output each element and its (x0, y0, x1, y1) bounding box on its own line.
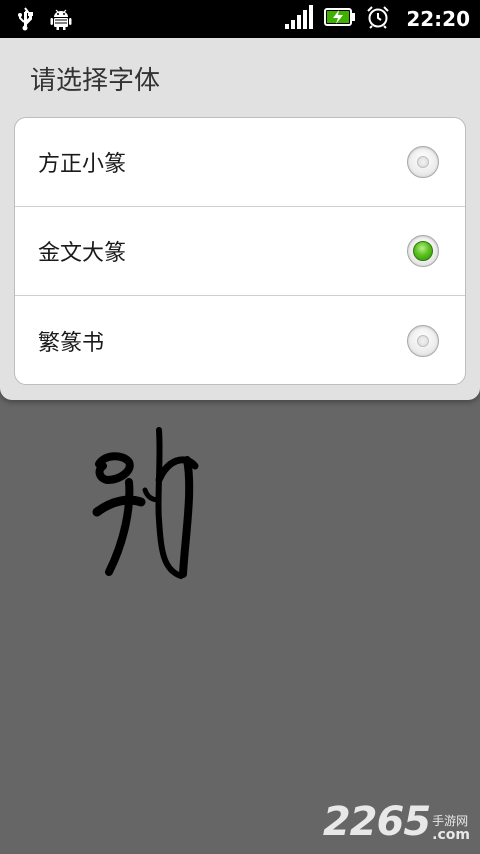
font-option-fangzheng-xiaozhuan[interactable]: 方正小篆 (15, 118, 465, 207)
site-watermark: 2265 手游网 .com (323, 802, 470, 842)
radio-unchecked-icon[interactable] (407, 146, 439, 178)
dialog-title: 请选择字体 (30, 66, 161, 96)
font-select-dialog: 请选择字体 方正小篆 金文大篆 繁篆书 (0, 38, 480, 400)
watermark-suffix-com: .com (432, 827, 470, 843)
font-option-jinwen-dazhuan[interactable]: 金文大篆 (15, 207, 465, 296)
font-option-list: 方正小篆 金文大篆 繁篆书 (14, 117, 466, 385)
alarm-icon (366, 5, 390, 33)
font-option-fan-zhuanshu[interactable]: 繁篆书 (15, 296, 465, 384)
font-option-label: 金文大篆 (38, 241, 127, 266)
watermark-number: 2265 (322, 799, 431, 845)
usb-icon (16, 7, 34, 35)
watermark-suffix-cn: 手游网 (432, 814, 469, 828)
radio-unchecked-icon[interactable] (407, 324, 439, 357)
seal-script-glyph-preview (85, 420, 215, 590)
radio-checked-icon[interactable] (407, 235, 439, 267)
font-option-label: 方正小篆 (38, 152, 127, 177)
signal-icon (284, 5, 314, 33)
battery-charging-icon (324, 8, 356, 30)
status-time: 22:20 (406, 7, 470, 31)
status-bar: 22:20 (0, 0, 480, 38)
android-debug-icon (50, 8, 72, 34)
font-option-label: 繁篆书 (38, 330, 105, 356)
